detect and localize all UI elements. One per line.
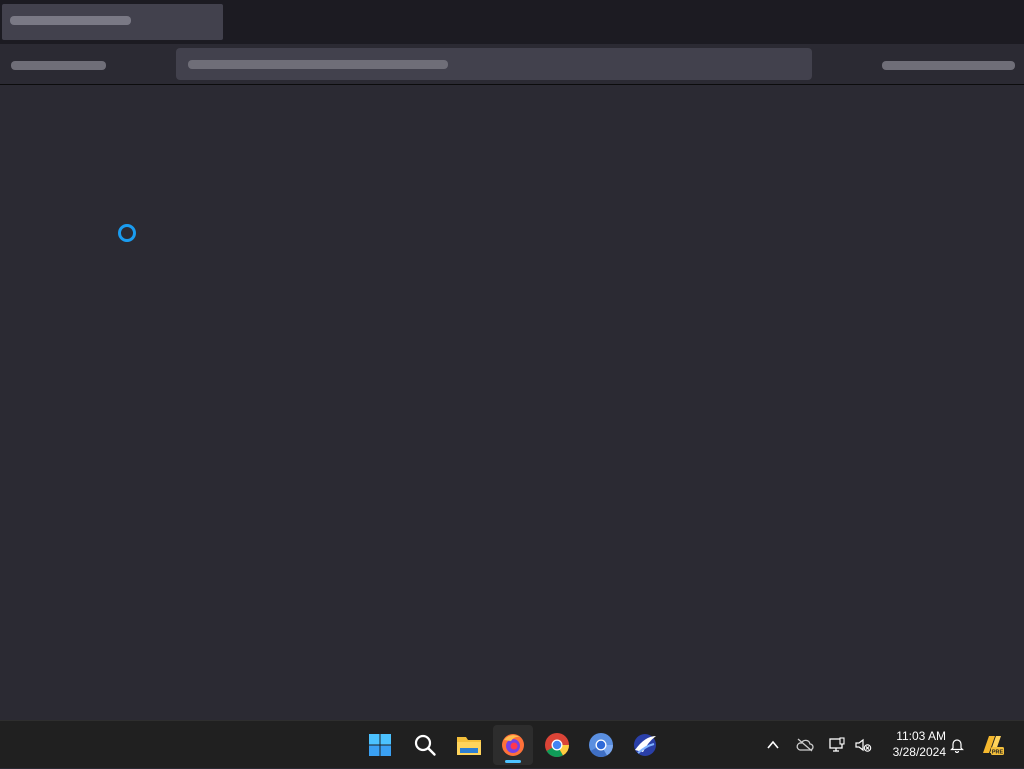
chevron-up-icon[interactable] (762, 721, 784, 769)
cloud-offline-icon[interactable] (794, 721, 816, 769)
firefox-icon[interactable] (493, 725, 533, 765)
app-icon[interactable] (625, 725, 665, 765)
tab-title-placeholder (10, 16, 131, 25)
address-text-placeholder (188, 60, 448, 69)
browser-tab[interactable] (2, 4, 223, 40)
svg-text:PRE: PRE (992, 750, 1004, 756)
search-icon[interactable] (405, 725, 445, 765)
address-bar[interactable] (176, 48, 812, 80)
folder-icon[interactable] (449, 725, 489, 765)
network-icon[interactable] (826, 721, 848, 769)
clock-time: 11:03 AM (896, 729, 946, 743)
loading-spinner-icon (118, 224, 136, 242)
copilot-preview-icon[interactable]: PRE (978, 721, 1006, 769)
volume-muted-icon[interactable] (852, 721, 874, 769)
browser-titlebar (0, 0, 1024, 44)
taskbar: 11:03 AM 3/28/2024 PRE (0, 720, 1024, 768)
windows-start-icon[interactable] (360, 725, 400, 765)
browser-toolbar (0, 44, 1024, 85)
notification-bell-icon[interactable] (946, 721, 968, 769)
clock-date: 3/28/2024 (892, 745, 946, 759)
nav-buttons-placeholder (11, 61, 106, 70)
chromium-icon[interactable] (581, 725, 621, 765)
toolbar-actions-placeholder (882, 61, 1015, 70)
page-content (0, 85, 1024, 720)
chrome-icon[interactable] (537, 725, 577, 765)
clock[interactable]: 11:03 AM 3/28/2024 (880, 728, 946, 760)
active-app-indicator (505, 760, 521, 763)
